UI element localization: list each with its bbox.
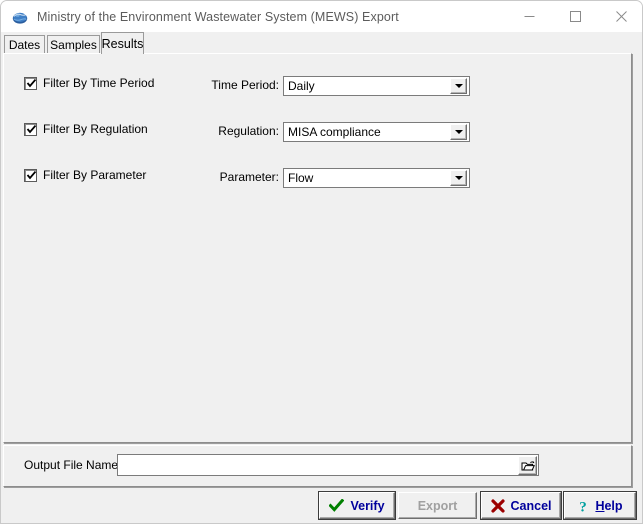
checkmark-icon — [26, 124, 37, 133]
open-folder-icon[interactable] — [518, 455, 537, 475]
tab-label: Results — [101, 36, 144, 51]
window-controls — [506, 1, 642, 32]
parameter-dropdown[interactable]: Flow — [283, 168, 470, 188]
checkmark-icon — [26, 78, 37, 87]
regulation-value: MISA compliance — [288, 125, 381, 139]
minimize-button[interactable] — [506, 1, 552, 32]
title-bar: Ministry of the Environment Wastewater S… — [1, 1, 642, 32]
time-period-label: Time Period: — [211, 78, 279, 92]
time-period-dropdown[interactable]: Daily — [283, 76, 470, 96]
tab-strip: Dates Samples Results — [1, 32, 642, 54]
output-file-panel: Output File Name: — [3, 445, 632, 487]
output-file-name-field[interactable] — [117, 454, 539, 476]
checkbox-box — [24, 122, 37, 136]
red-x-icon — [490, 498, 505, 513]
cancel-button[interactable]: Cancel — [481, 492, 561, 519]
chevron-down-icon[interactable] — [450, 78, 467, 94]
export-button[interactable]: Export — [398, 492, 477, 519]
question-mark-icon: ? — [577, 498, 589, 514]
chevron-down-icon[interactable] — [450, 170, 467, 186]
results-panel: Filter By Time Period Time Period: Daily… — [3, 53, 632, 443]
window-title: Ministry of the Environment Wastewater S… — [37, 9, 399, 24]
verify-button-label: Verify — [350, 498, 385, 513]
verify-button[interactable]: Verify — [319, 492, 395, 519]
regulation-dropdown[interactable]: MISA compliance — [283, 122, 470, 142]
help-label-rest: elp — [604, 498, 623, 513]
parameter-value: Flow — [288, 171, 314, 185]
chevron-down-icon[interactable] — [450, 124, 467, 140]
output-file-name-input[interactable] — [118, 456, 518, 474]
tab-dates[interactable]: Dates — [4, 35, 45, 54]
help-button[interactable]: ? Help — [564, 492, 636, 519]
checkbox-box — [24, 76, 37, 90]
globe-icon — [11, 8, 29, 26]
application-window: Ministry of the Environment Wastewater S… — [0, 0, 643, 524]
close-button[interactable] — [598, 1, 642, 32]
maximize-button[interactable] — [552, 1, 598, 32]
export-button-label: Export — [417, 498, 458, 513]
dialog-button-bar: Verify Export Cancel ? Help — [1, 489, 642, 523]
tab-samples[interactable]: Samples — [47, 35, 100, 54]
tab-results[interactable]: Results — [101, 32, 144, 54]
svg-text:?: ? — [580, 499, 588, 514]
green-check-icon — [329, 498, 345, 513]
parameter-label: Parameter: — [219, 170, 279, 184]
checkbox-box — [24, 168, 37, 182]
tab-label: Dates — [8, 38, 41, 52]
filter-row-time-period: Filter By Time Period Time Period: Daily — [4, 76, 631, 98]
regulation-label: Regulation: — [218, 124, 279, 138]
cancel-button-label: Cancel — [510, 498, 552, 513]
tab-label: Samples — [50, 38, 97, 52]
checkmark-icon — [26, 170, 37, 179]
help-button-label: Help — [595, 499, 622, 513]
filter-row-parameter: Filter By Parameter Parameter: Flow — [4, 168, 631, 190]
time-period-value: Daily — [288, 79, 315, 93]
output-file-name-label: Output File Name: — [24, 458, 122, 472]
filter-row-regulation: Filter By Regulation Regulation: MISA co… — [4, 122, 631, 144]
